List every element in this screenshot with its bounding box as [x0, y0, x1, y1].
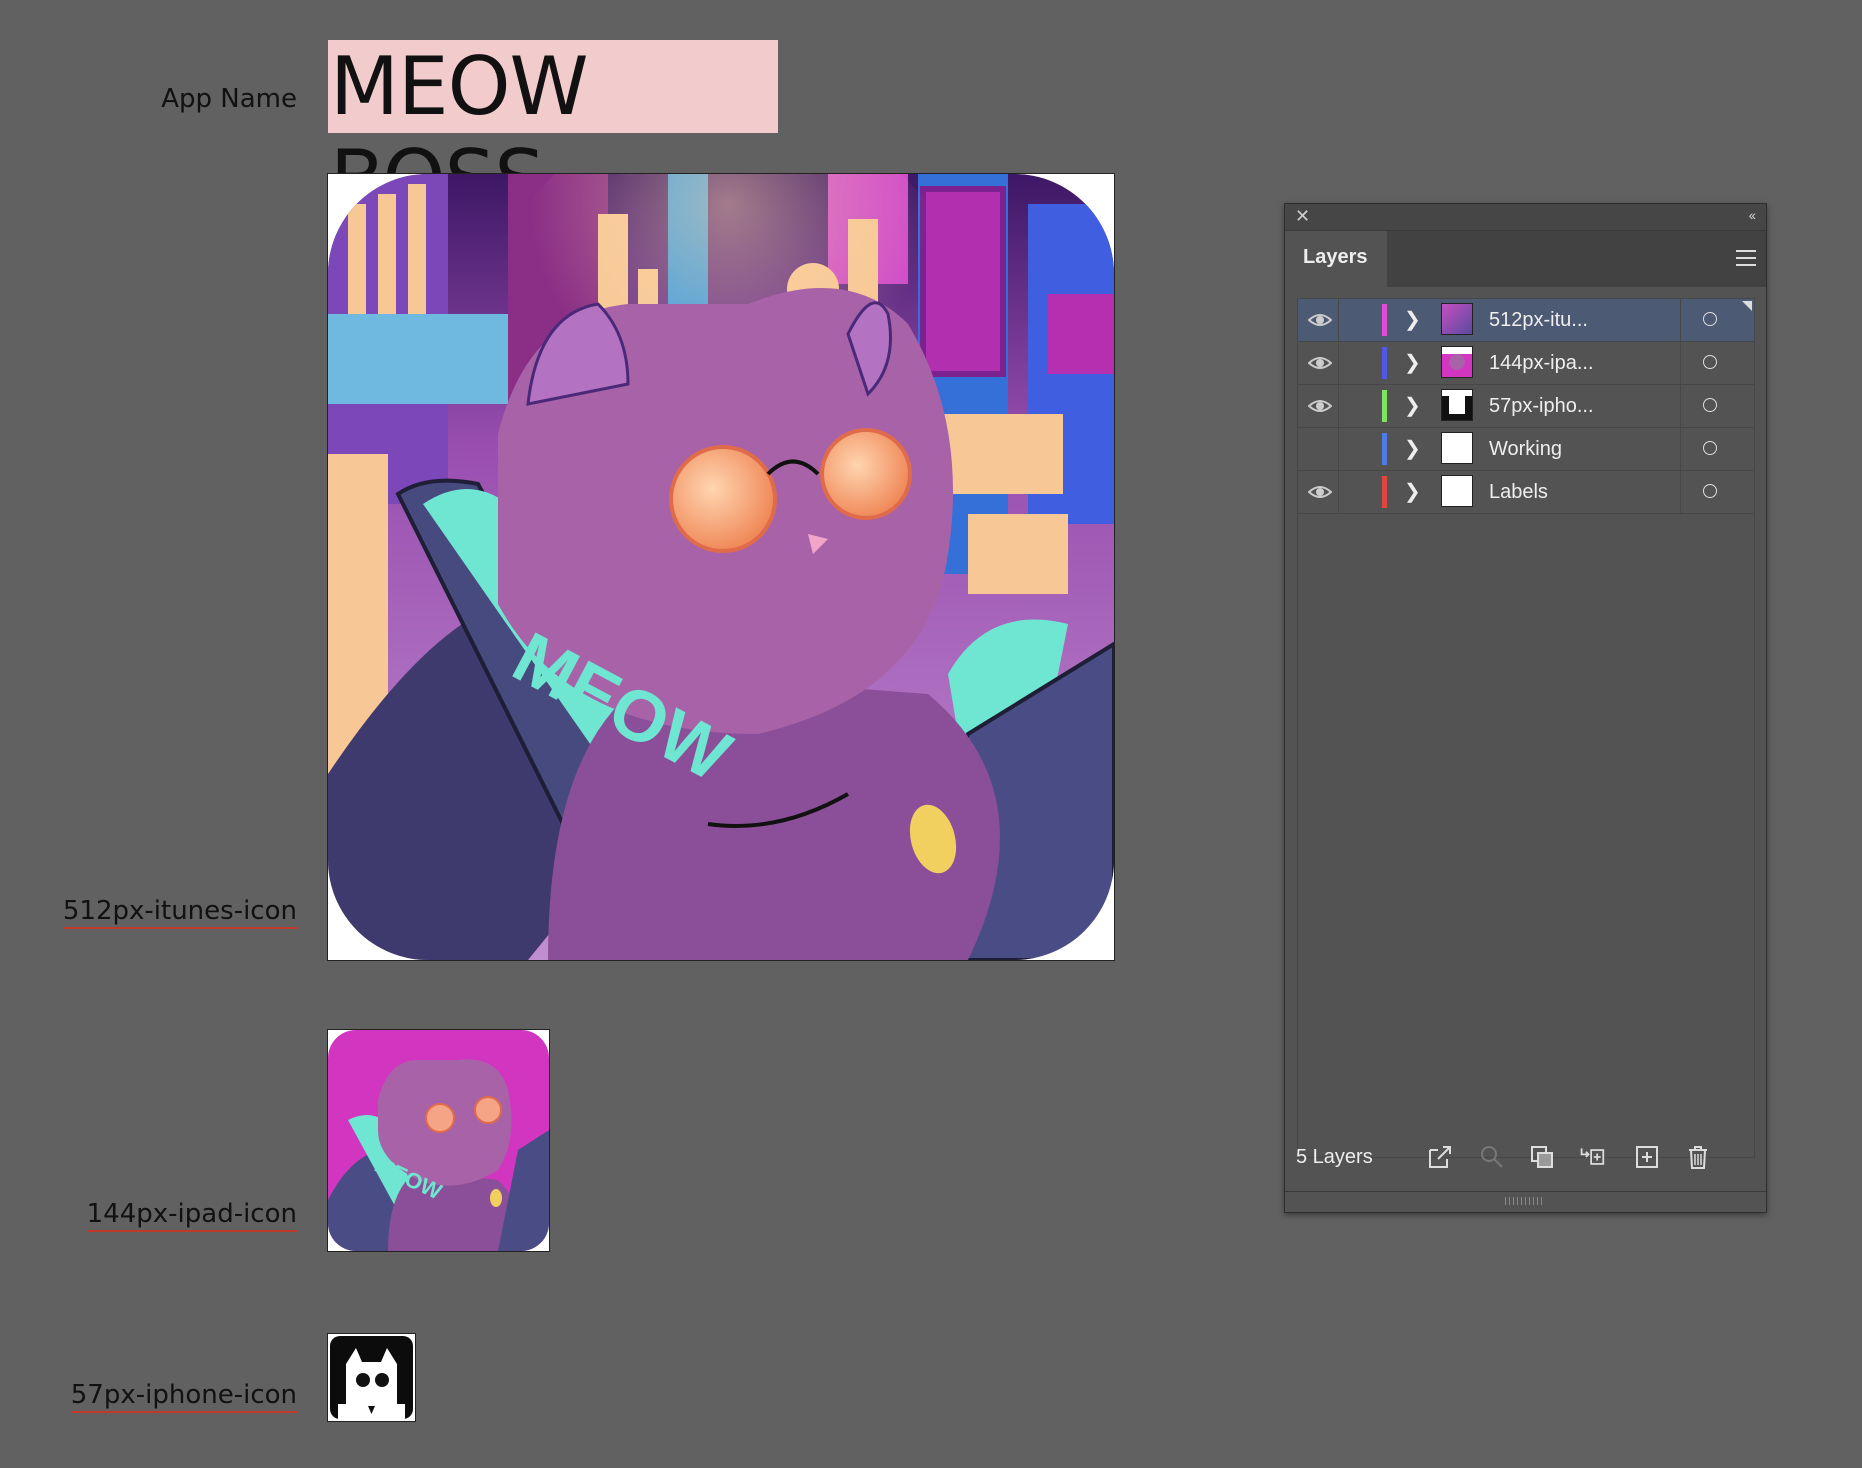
export-icon[interactable]	[1427, 1144, 1453, 1170]
cat-illustration-small	[330, 1336, 413, 1419]
delete-icon[interactable]	[1685, 1144, 1711, 1170]
target-circle-icon[interactable]	[1703, 312, 1717, 326]
artboard-144-ipad[interactable]: MEOW	[327, 1029, 550, 1252]
clipping-mask-icon[interactable]	[1529, 1144, 1555, 1170]
layer-row[interactable]: ❯ 57px-ipho...	[1298, 385, 1754, 428]
locate-object-icon[interactable]	[1479, 1144, 1505, 1170]
layer-thumbnail	[1441, 389, 1473, 421]
layer-color	[1382, 476, 1387, 508]
tab-layers[interactable]: Layers	[1285, 231, 1387, 287]
new-layer-icon[interactable]	[1634, 1144, 1660, 1170]
layer-thumbnail	[1441, 346, 1473, 378]
layer-color	[1382, 433, 1387, 465]
cat-illustration-medium: MEOW	[328, 1030, 549, 1251]
chevron-right-icon[interactable]: ❯	[1404, 436, 1421, 461]
artboard-57-iphone[interactable]	[327, 1333, 416, 1422]
close-icon[interactable]: ✕	[1295, 206, 1310, 227]
layer-thumbnail	[1441, 303, 1473, 335]
label-144-ipad: 144px-ipad-icon	[86, 1199, 297, 1232]
resize-grip[interactable]	[1505, 1197, 1545, 1205]
target-circle-icon[interactable]	[1703, 355, 1717, 369]
panel-titlebar[interactable]: ✕ ‹‹	[1285, 204, 1766, 230]
eye-icon[interactable]	[1308, 481, 1332, 503]
collapse-icon[interactable]: ‹‹	[1749, 207, 1756, 223]
layer-name[interactable]: 57px-ipho...	[1489, 395, 1594, 418]
selection-corner-indicator	[1742, 301, 1752, 311]
label-512-itunes: 512px-itunes-icon	[62, 896, 297, 929]
layer-row[interactable]: ❯ 512px-itu...	[1298, 299, 1754, 342]
app-name-label: App Name	[161, 84, 297, 114]
layer-name[interactable]: Labels	[1489, 481, 1548, 504]
label-57-iphone: 57px-iphone-icon	[70, 1380, 297, 1413]
layer-name[interactable]: Working	[1489, 438, 1562, 461]
target-circle-icon[interactable]	[1703, 441, 1717, 455]
layer-name[interactable]: 144px-ipa...	[1489, 352, 1594, 375]
eye-icon[interactable]	[1308, 352, 1332, 374]
layer-name[interactable]: 512px-itu...	[1489, 309, 1588, 332]
cat-illustration-large: MEOW	[328, 174, 1114, 960]
artboard-512-itunes[interactable]: MEOW	[327, 173, 1115, 961]
layer-color	[1382, 304, 1387, 336]
layer-row[interactable]: ❯ 144px-ipa...	[1298, 342, 1754, 385]
chevron-right-icon[interactable]: ❯	[1404, 479, 1421, 504]
layer-count: 5 Layers	[1296, 1146, 1373, 1168]
target-circle-icon[interactable]	[1703, 398, 1717, 412]
layer-color	[1382, 390, 1387, 422]
panel-footer: 5 Layers	[1285, 1134, 1766, 1184]
layer-thumbnail	[1441, 432, 1473, 464]
layer-row[interactable]: ❯ Labels	[1298, 471, 1754, 514]
chevron-right-icon[interactable]: ❯	[1404, 307, 1421, 332]
target-circle-icon[interactable]	[1703, 484, 1717, 498]
layer-color	[1382, 347, 1387, 379]
layers-list: ❯ 512px-itu... ❯ 144px-ipa... ❯ 57px-iph…	[1297, 298, 1755, 1158]
app-name-title[interactable]: MEOW BOSS	[328, 40, 778, 226]
new-sublayer-icon[interactable]	[1579, 1144, 1605, 1170]
chevron-right-icon[interactable]: ❯	[1404, 393, 1421, 418]
eye-icon[interactable]	[1308, 395, 1332, 417]
layers-panel: ✕ ‹‹ Layers ❯ 512px-itu... ❯ 144px-ipa..…	[1284, 203, 1767, 1213]
layer-thumbnail	[1441, 475, 1473, 507]
eye-icon[interactable]	[1308, 309, 1332, 331]
layer-row[interactable]: ❯ Working	[1298, 428, 1754, 471]
panel-menu-icon[interactable]	[1736, 250, 1756, 271]
chevron-right-icon[interactable]: ❯	[1404, 350, 1421, 375]
